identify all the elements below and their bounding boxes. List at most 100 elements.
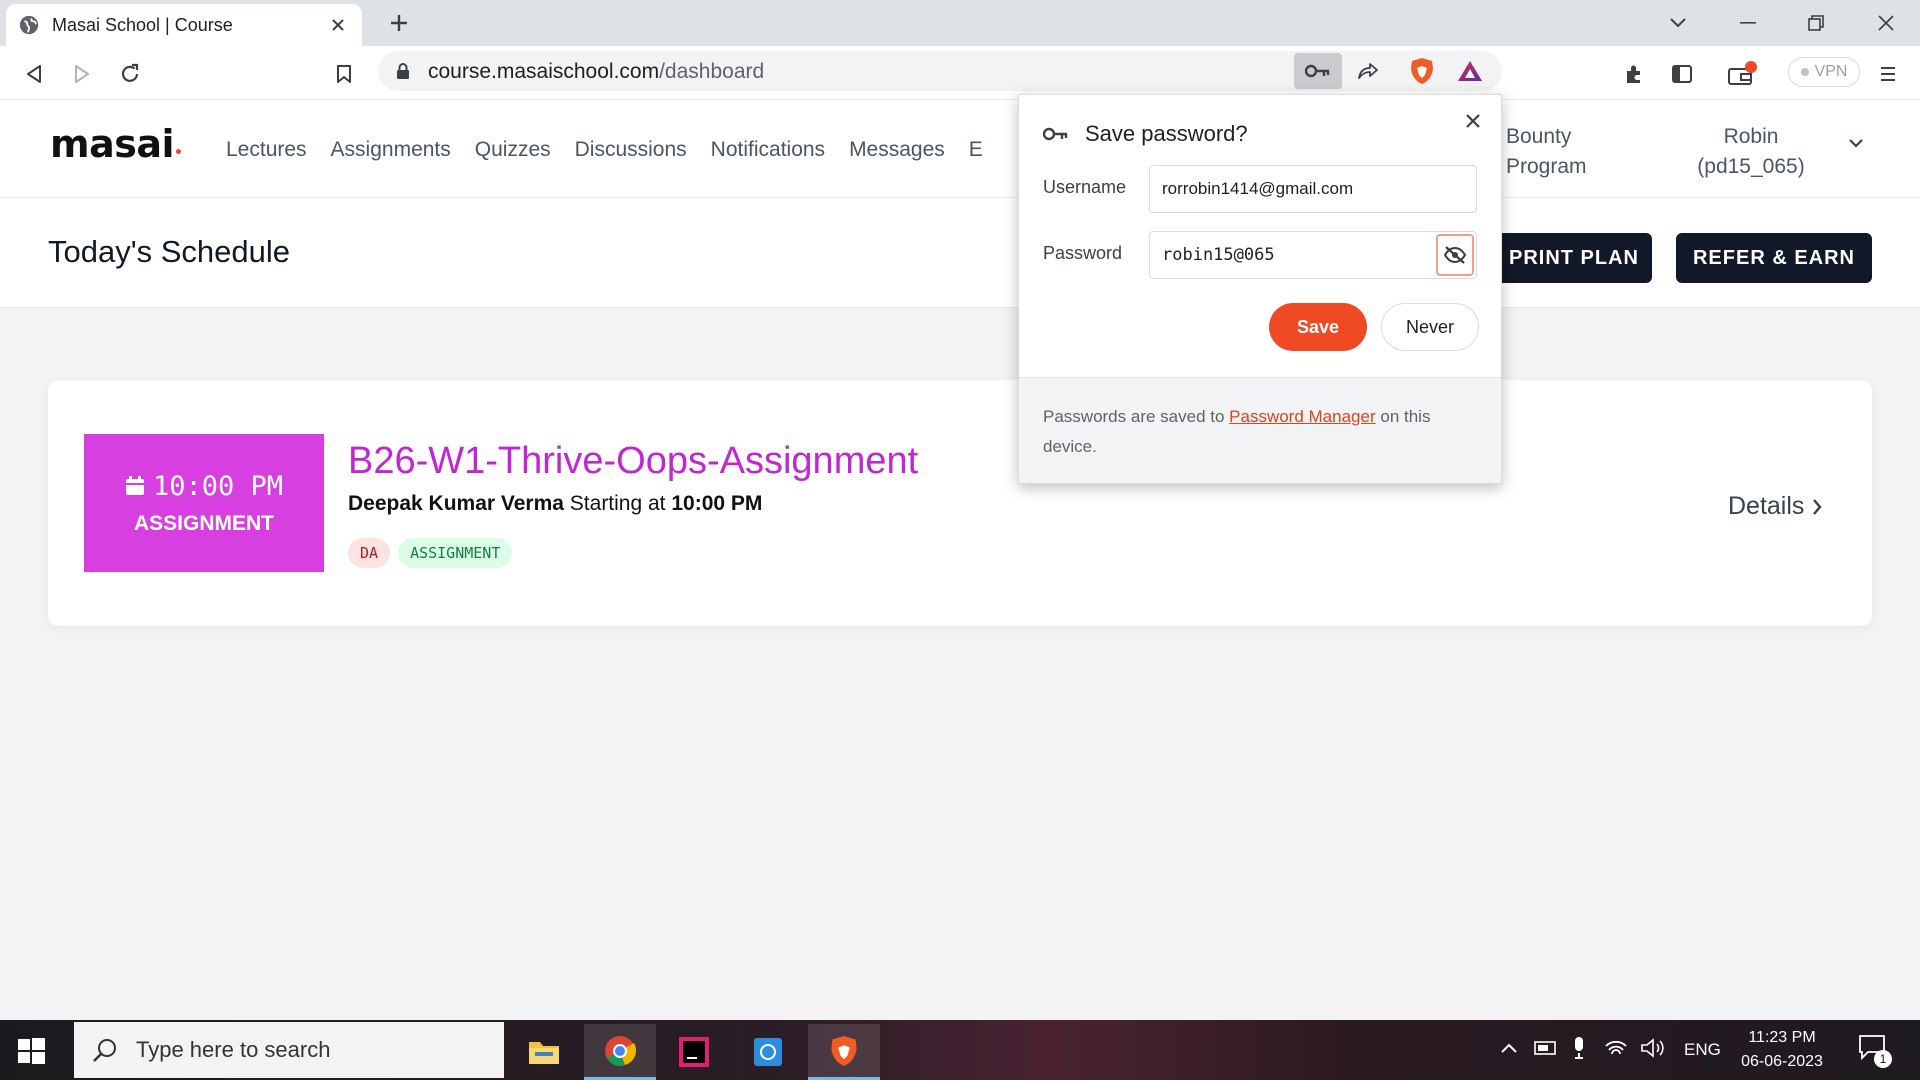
nav-bounty-program[interactable]: Bounty Program xyxy=(1506,122,1587,182)
reload-icon[interactable] xyxy=(114,58,146,90)
main-nav: Lectures Assignments Quizzes Discussions… xyxy=(226,138,983,162)
windows-taskbar: Type here to search ENG 11:23 PM 06-06-2… xyxy=(0,1020,1920,1080)
dialog-footer: Passwords are saved to Password Manager … xyxy=(1019,377,1501,483)
sidebar-icon[interactable] xyxy=(1666,58,1698,90)
show-hidden-icons-icon[interactable] xyxy=(1500,1042,1518,1054)
password-key-icon[interactable] xyxy=(1294,53,1342,89)
tag-da: DA xyxy=(348,538,391,568)
site-header: masai• Lectures Assignments Quizzes Disc… xyxy=(0,100,1920,198)
photos-app-icon[interactable] xyxy=(732,1024,804,1080)
chevron-right-icon xyxy=(1813,498,1823,515)
hide-password-icon[interactable] xyxy=(1436,234,1474,276)
calendar-icon xyxy=(125,476,144,495)
brave-rewards-icon[interactable] xyxy=(1454,55,1486,87)
battery-icon[interactable] xyxy=(1534,1040,1558,1056)
volume-icon[interactable] xyxy=(1640,1038,1666,1058)
lock-icon xyxy=(397,63,409,79)
restore-icon[interactable] xyxy=(1782,0,1850,46)
extensions-icon[interactable] xyxy=(1618,58,1650,90)
assignment-title[interactable]: B26-W1-Thrive-Oops-Assignment xyxy=(348,440,918,483)
user-id: (pd15_065) xyxy=(1697,155,1805,178)
vpn-button[interactable]: VPN xyxy=(1788,57,1860,87)
back-icon[interactable] xyxy=(18,58,50,90)
brave-browser-icon[interactable] xyxy=(808,1024,880,1080)
tab-close-icon[interactable] xyxy=(326,13,350,37)
password-value: robin15@065 xyxy=(1162,245,1275,265)
browser-tab[interactable]: Masai School | Course xyxy=(6,4,362,46)
chrome-icon[interactable] xyxy=(584,1024,656,1080)
nav-truncated-item[interactable]: E xyxy=(969,138,983,162)
clock-time: 11:23 PM xyxy=(1748,1029,1816,1046)
logo-text: masai xyxy=(50,122,175,166)
globe-icon xyxy=(19,15,39,35)
browser-tabstrip: Masai School | Course xyxy=(0,0,1920,46)
vpn-label: VPN xyxy=(1814,63,1848,80)
footer-pre: Passwords are saved to xyxy=(1043,407,1225,426)
user-menu[interactable]: Robin (pd15_065) xyxy=(1696,122,1806,182)
nav-discussions[interactable]: Discussions xyxy=(575,138,687,162)
username-label: Username xyxy=(1043,177,1127,197)
wifi-icon[interactable] xyxy=(1604,1038,1628,1058)
bounty-line2: Program xyxy=(1506,155,1587,178)
details-link[interactable]: Details xyxy=(1728,492,1823,521)
instructor-name: Deepak Kumar Verma xyxy=(348,492,564,515)
assignment-meta: Deepak Kumar Verma Starting at 10:00 PM xyxy=(348,492,762,516)
address-bar[interactable]: course.masaischool.com/dashboard xyxy=(378,51,1502,91)
user-name: Robin xyxy=(1723,125,1779,148)
nav-messages[interactable]: Messages xyxy=(849,138,945,162)
microphone-icon[interactable] xyxy=(1572,1036,1586,1060)
taskbar-clock[interactable]: 11:23 PM 06-06-2023 xyxy=(1732,1026,1832,1074)
bookmark-icon[interactable] xyxy=(328,58,360,90)
tab-search-chevron-icon[interactable] xyxy=(1644,0,1712,46)
url-text[interactable]: course.masaischool.com/dashboard xyxy=(428,60,764,84)
share-icon[interactable] xyxy=(1352,55,1384,87)
minimize-icon[interactable] xyxy=(1714,0,1782,46)
nav-notifications[interactable]: Notifications xyxy=(711,138,825,162)
key-icon xyxy=(1043,127,1068,141)
dialog-title: Save password? xyxy=(1085,121,1248,146)
intellij-icon[interactable] xyxy=(658,1024,730,1080)
sprint-plan-button[interactable]: PRINT PLAN xyxy=(1496,233,1652,283)
nav-quizzes[interactable]: Quizzes xyxy=(475,138,551,162)
refer-earn-button[interactable]: REFER & EARN xyxy=(1676,233,1872,283)
starting-at-label: Starting at xyxy=(569,492,666,515)
clock-date: 06-06-2023 xyxy=(1741,1053,1823,1070)
tag-assignment: ASSIGNMENT xyxy=(398,538,513,568)
vpn-status-dot xyxy=(1800,68,1809,76)
page-title: Today's Schedule xyxy=(48,234,291,269)
search-placeholder: Type here to search xyxy=(136,1037,331,1062)
new-tab-icon[interactable] xyxy=(384,8,414,38)
password-label: Password xyxy=(1043,243,1123,263)
close-icon[interactable] xyxy=(1459,107,1487,135)
bounty-line1: Bounty xyxy=(1506,125,1572,148)
nav-lectures[interactable]: Lectures xyxy=(226,138,307,162)
windows-start-icon[interactable] xyxy=(14,1034,48,1068)
password-manager-link[interactable]: Password Manager xyxy=(1229,407,1375,426)
username-field[interactable]: rorrobin1414@gmail.com xyxy=(1149,165,1477,213)
start-time: 10:00 PM xyxy=(671,492,763,515)
url-host: course.masaischool.com xyxy=(428,60,660,83)
masai-logo[interactable]: masai• xyxy=(50,122,183,166)
schedule-bar: Today's Schedule PRINT PLAN REFER & EARN xyxy=(0,198,1920,308)
taskbar-search[interactable]: Type here to search xyxy=(74,1022,504,1078)
details-label: Details xyxy=(1728,492,1805,520)
close-window-icon[interactable] xyxy=(1852,0,1920,46)
url-path: /dashboard xyxy=(659,60,765,83)
language-indicator[interactable]: ENG xyxy=(1684,1040,1721,1060)
menu-icon[interactable] xyxy=(1872,58,1904,90)
chevron-down-icon[interactable] xyxy=(1848,138,1864,148)
brave-shields-icon[interactable] xyxy=(1406,55,1438,87)
wallet-icon[interactable] xyxy=(1726,58,1758,90)
badge-kind: ASSIGNMENT xyxy=(133,511,274,535)
password-field[interactable]: robin15@065 xyxy=(1149,231,1477,279)
save-button[interactable]: Save xyxy=(1269,303,1367,351)
schedule-card: 10:00 PM ASSIGNMENT B26-W1-Thrive-Oops-A… xyxy=(48,380,1872,626)
tab-title: Masai School | Course xyxy=(52,14,233,35)
file-explorer-icon[interactable] xyxy=(508,1024,580,1080)
nav-assignments[interactable]: Assignments xyxy=(331,138,451,162)
username-value: rorrobin1414@gmail.com xyxy=(1162,179,1354,198)
action-center-icon[interactable]: 1 xyxy=(1858,1034,1892,1068)
never-button[interactable]: Never xyxy=(1381,303,1479,351)
time-badge: 10:00 PM ASSIGNMENT xyxy=(84,434,324,572)
forward-icon[interactable] xyxy=(66,58,98,90)
